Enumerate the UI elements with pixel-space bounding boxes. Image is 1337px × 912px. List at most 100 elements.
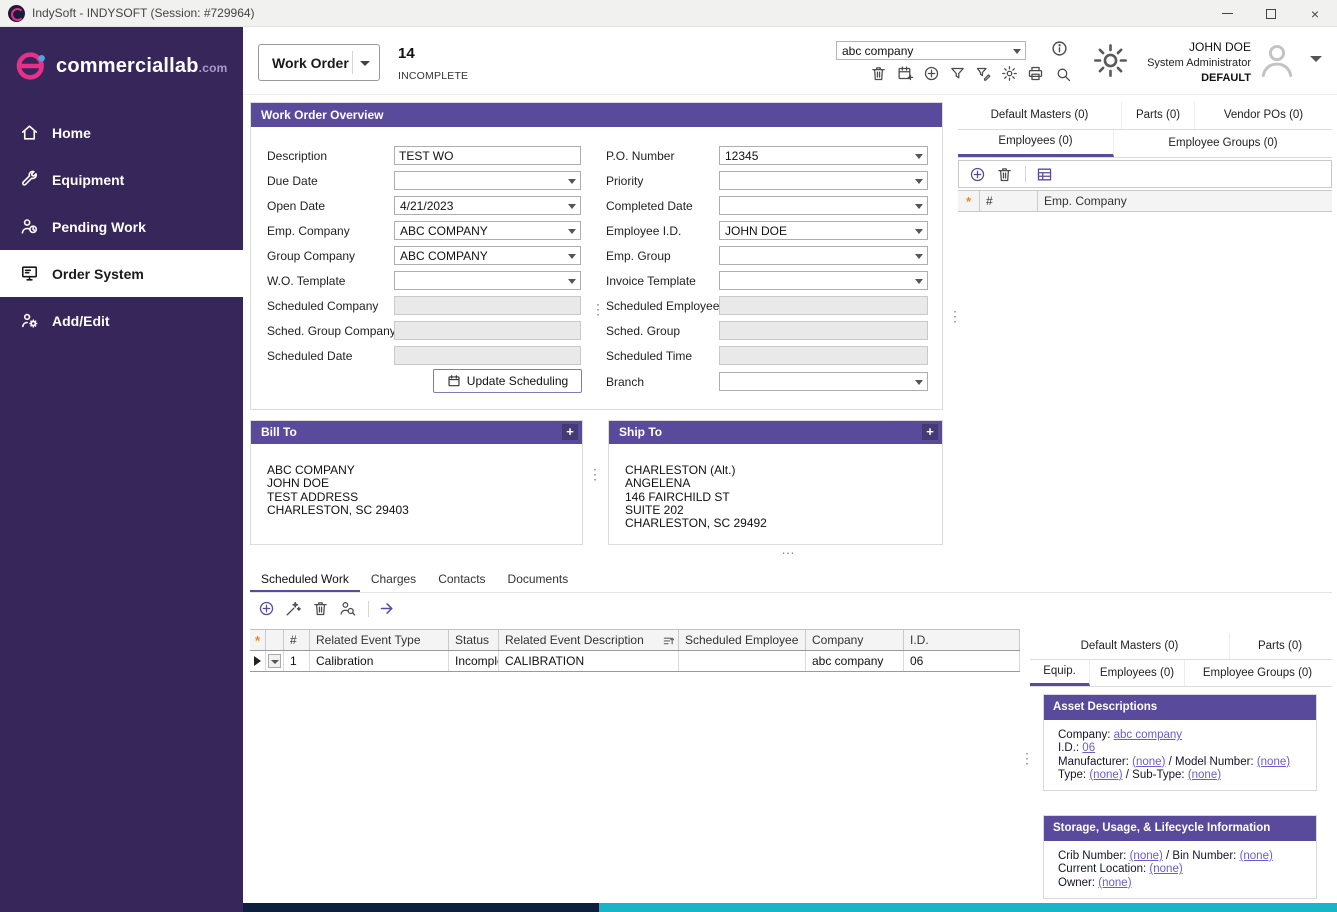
home-icon bbox=[20, 123, 39, 142]
commerciallab-logo-icon bbox=[14, 49, 48, 83]
filter-edit-icon[interactable] bbox=[975, 65, 992, 82]
bill-to-add-button[interactable]: + bbox=[562, 424, 578, 440]
tab-parts[interactable]: Parts (0) bbox=[1122, 102, 1195, 129]
col-num[interactable]: # bbox=[284, 630, 310, 650]
user-menu-chevron-icon[interactable] bbox=[1310, 56, 1322, 62]
trash-icon[interactable] bbox=[996, 166, 1013, 183]
grid-view-icon[interactable] bbox=[1036, 166, 1053, 183]
tab-default-masters[interactable]: Default Masters (0) bbox=[958, 102, 1122, 129]
tab-employees[interactable]: Employees (0) bbox=[958, 130, 1114, 157]
tab-documents[interactable]: Documents bbox=[497, 568, 580, 592]
current-location-link[interactable]: (none) bbox=[1149, 863, 1182, 875]
col-status[interactable]: Status bbox=[449, 630, 499, 650]
taskbar-strip-dark bbox=[243, 903, 599, 912]
id-link[interactable]: 06 bbox=[1082, 742, 1095, 754]
cell-id[interactable]: 06 bbox=[904, 651, 1020, 671]
cell-num[interactable]: 1 bbox=[284, 651, 310, 671]
address-line: CHARLESTON (Alt.) bbox=[625, 464, 942, 477]
employees-col-num[interactable]: # bbox=[980, 191, 1038, 211]
row-dropdown-button[interactable] bbox=[268, 654, 281, 668]
tab-vendor-pos[interactable]: Vendor POs (0) bbox=[1195, 102, 1332, 129]
print-icon[interactable] bbox=[1027, 65, 1044, 82]
asset-descriptions-title: Asset Descriptions bbox=[1044, 695, 1316, 720]
calendar-add-icon[interactable] bbox=[897, 65, 914, 82]
logo-word-commercial: commercial bbox=[56, 55, 169, 77]
settings-gear-icon[interactable] bbox=[1092, 42, 1129, 79]
subtype-label: / Sub-Type: bbox=[1126, 769, 1185, 781]
cell-status[interactable]: Incomple bbox=[449, 651, 499, 671]
sidebar-item-home[interactable]: Home bbox=[0, 109, 243, 156]
company-combo[interactable]: abc company bbox=[836, 41, 1026, 60]
tab-charges[interactable]: Charges bbox=[360, 568, 427, 592]
tab-employee-groups[interactable]: Employee Groups (0) bbox=[1114, 130, 1332, 157]
emp-group-combo[interactable] bbox=[719, 246, 928, 265]
trash-icon[interactable] bbox=[870, 65, 887, 82]
user-avatar[interactable] bbox=[1255, 38, 1299, 82]
subtype-link[interactable]: (none) bbox=[1188, 769, 1221, 781]
ship-to-add-button[interactable]: + bbox=[922, 424, 938, 440]
bottom-panel-splitter-handle[interactable]: ⋮ bbox=[1020, 750, 1034, 767]
forward-arrow-icon[interactable] bbox=[379, 600, 396, 617]
add-icon[interactable] bbox=[969, 166, 986, 183]
tab-contacts[interactable]: Contacts bbox=[427, 568, 496, 592]
po-number-combo[interactable]: 12345 bbox=[719, 146, 928, 165]
minimize-button[interactable] bbox=[1205, 0, 1249, 27]
cell-company[interactable]: abc company bbox=[806, 651, 904, 671]
branch-combo[interactable] bbox=[719, 372, 928, 391]
tab-equip[interactable]: Equip. bbox=[1030, 660, 1090, 686]
crib-number-link[interactable]: (none) bbox=[1130, 850, 1163, 862]
column-splitter-handle[interactable]: ⋮ bbox=[591, 301, 605, 318]
sidebar-nav: Home Equipment Pending Work Order System… bbox=[0, 109, 243, 344]
employee-id-combo[interactable]: JOHN DOE bbox=[719, 221, 928, 240]
sidebar-item-pending-work[interactable]: Pending Work bbox=[0, 203, 243, 250]
sidebar-item-order-system[interactable]: Order System bbox=[0, 250, 243, 297]
work-order-dropdown-button[interactable]: Work Order bbox=[258, 44, 380, 81]
manufacturer-link[interactable]: (none) bbox=[1132, 756, 1165, 768]
sidebar-item-equipment[interactable]: Equipment bbox=[0, 156, 243, 203]
col-related-event-description[interactable]: Related Event Description bbox=[499, 630, 679, 650]
add-icon[interactable] bbox=[258, 600, 275, 617]
tab-br-employee-groups[interactable]: Employee Groups (0) bbox=[1185, 660, 1330, 686]
bill-ship-splitter-handle[interactable]: ⋮ bbox=[588, 466, 602, 483]
table-row[interactable]: 1 Calibration Incomple CALIBRATION abc c… bbox=[250, 651, 1020, 672]
bin-number-link[interactable]: (none) bbox=[1240, 850, 1273, 862]
company-link[interactable]: abc company bbox=[1114, 729, 1182, 741]
employees-col-company[interactable]: Emp. Company bbox=[1038, 191, 1332, 211]
cell-related-event-type[interactable]: Calibration bbox=[310, 651, 449, 671]
wand-icon[interactable] bbox=[285, 600, 302, 617]
add-icon[interactable] bbox=[923, 65, 940, 82]
type-link[interactable]: (none) bbox=[1089, 769, 1122, 781]
cell-related-event-description[interactable]: CALIBRATION bbox=[499, 651, 679, 671]
col-id[interactable]: I.D. bbox=[904, 630, 1020, 650]
model-label: / Model Number: bbox=[1169, 756, 1254, 768]
tab-br-default-masters[interactable]: Default Masters (0) bbox=[1030, 633, 1230, 659]
horizontal-splitter-handle[interactable]: … bbox=[781, 541, 795, 557]
filter-icon[interactable] bbox=[949, 65, 966, 82]
maximize-button[interactable] bbox=[1249, 0, 1293, 27]
tab-br-parts[interactable]: Parts (0) bbox=[1230, 633, 1330, 659]
col-scheduled-employee[interactable]: Scheduled Employee bbox=[679, 630, 806, 650]
col-company[interactable]: Company bbox=[806, 630, 904, 650]
settings-small-icon[interactable] bbox=[1001, 65, 1018, 82]
chevron-down-icon bbox=[915, 204, 923, 209]
owner-link[interactable]: (none) bbox=[1098, 877, 1131, 889]
model-link[interactable]: (none) bbox=[1257, 756, 1290, 768]
address-line: CHARLESTON, SC 29492 bbox=[625, 517, 942, 530]
sidebar-item-add-edit[interactable]: Add/Edit bbox=[0, 297, 243, 344]
tab-br-employees[interactable]: Employees (0) bbox=[1090, 660, 1185, 686]
app-header: Work Order 14 INCOMPLETE abc company JOH… bbox=[243, 27, 1337, 95]
priority-combo[interactable] bbox=[719, 171, 928, 190]
completed-date-combo[interactable] bbox=[719, 196, 928, 215]
invoice-template-combo[interactable] bbox=[719, 271, 928, 290]
close-button[interactable]: × bbox=[1293, 0, 1337, 27]
chevron-down-icon bbox=[1013, 49, 1021, 54]
tab-scheduled-work[interactable]: Scheduled Work bbox=[250, 568, 360, 592]
sidebar: commerciallab.com Home Equipment Pending… bbox=[0, 27, 243, 912]
cell-scheduled-employee[interactable] bbox=[679, 651, 806, 671]
col-related-event-type[interactable]: Related Event Type bbox=[310, 630, 449, 650]
info-icon[interactable] bbox=[1051, 40, 1068, 57]
search-icon[interactable] bbox=[1055, 66, 1072, 83]
trash-icon[interactable] bbox=[312, 600, 329, 617]
manufacturer-label: Manufacturer: bbox=[1058, 756, 1129, 768]
employee-search-icon[interactable] bbox=[339, 600, 356, 617]
